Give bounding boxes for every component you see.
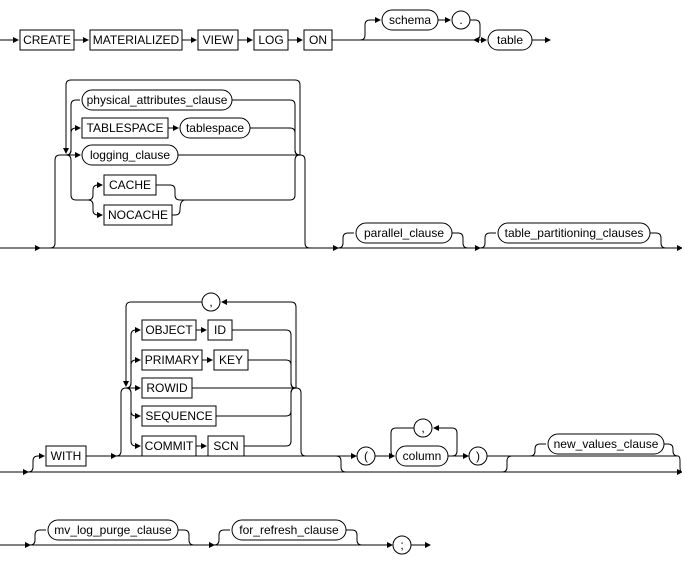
- nt-for-refresh: for_refresh_clause: [239, 523, 339, 537]
- row-2: physical_attributes_clause TABLESPACE ta…: [0, 80, 682, 248]
- nt-purge: mv_log_purge_clause: [54, 523, 172, 537]
- punct-comma-with: ,: [209, 295, 212, 309]
- kw-id: ID: [214, 323, 226, 337]
- railroad-diagram: CREATE MATERIALIZED VIEW LOG ON schema .…: [0, 0, 682, 567]
- kw-nocache: NOCACHE: [108, 208, 168, 222]
- nt-column: column: [403, 449, 442, 463]
- kw-cache: CACHE: [109, 178, 151, 192]
- kw-tablespace: TABLESPACE: [87, 121, 164, 135]
- nt-partitioning: table_partitioning_clauses: [505, 226, 644, 240]
- kw-with: WITH: [51, 449, 82, 463]
- punct-comma-col: ,: [421, 421, 424, 435]
- row-1: CREATE MATERIALIZED VIEW LOG ON schema .…: [0, 10, 550, 50]
- kw-log: LOG: [258, 33, 283, 47]
- nt-parallel: parallel_clause: [364, 226, 444, 240]
- nt-schema: schema: [389, 13, 431, 27]
- kw-rowid: ROWID: [146, 381, 188, 395]
- punct-semicolon: ;: [400, 538, 403, 552]
- kw-scn: SCN: [213, 439, 238, 453]
- nt-physical-attributes: physical_attributes_clause: [87, 93, 228, 107]
- kw-sequence: SEQUENCE: [145, 409, 212, 423]
- kw-materialized: MATERIALIZED: [93, 33, 180, 47]
- nt-logging: logging_clause: [90, 148, 170, 162]
- punct-rparen: ): [476, 449, 480, 463]
- kw-create: CREATE: [23, 33, 71, 47]
- kw-on: ON: [309, 33, 327, 47]
- nt-table: table: [497, 33, 523, 47]
- kw-key: KEY: [219, 353, 243, 367]
- row-3: WITH , OBJECT ID PRIMARY KEY ROWID: [0, 293, 682, 472]
- kw-commit: COMMIT: [145, 439, 194, 453]
- punct-dot: .: [459, 13, 462, 27]
- kw-primary: PRIMARY: [145, 353, 199, 367]
- row-4: mv_log_purge_clause for_refresh_clause ;: [0, 520, 430, 554]
- nt-new-values: new_values_clause: [554, 437, 659, 451]
- punct-lparen: (: [364, 449, 368, 463]
- kw-object: OBJECT: [145, 323, 193, 337]
- kw-view: VIEW: [203, 33, 234, 47]
- nt-tablespace: tablespace: [186, 121, 244, 135]
